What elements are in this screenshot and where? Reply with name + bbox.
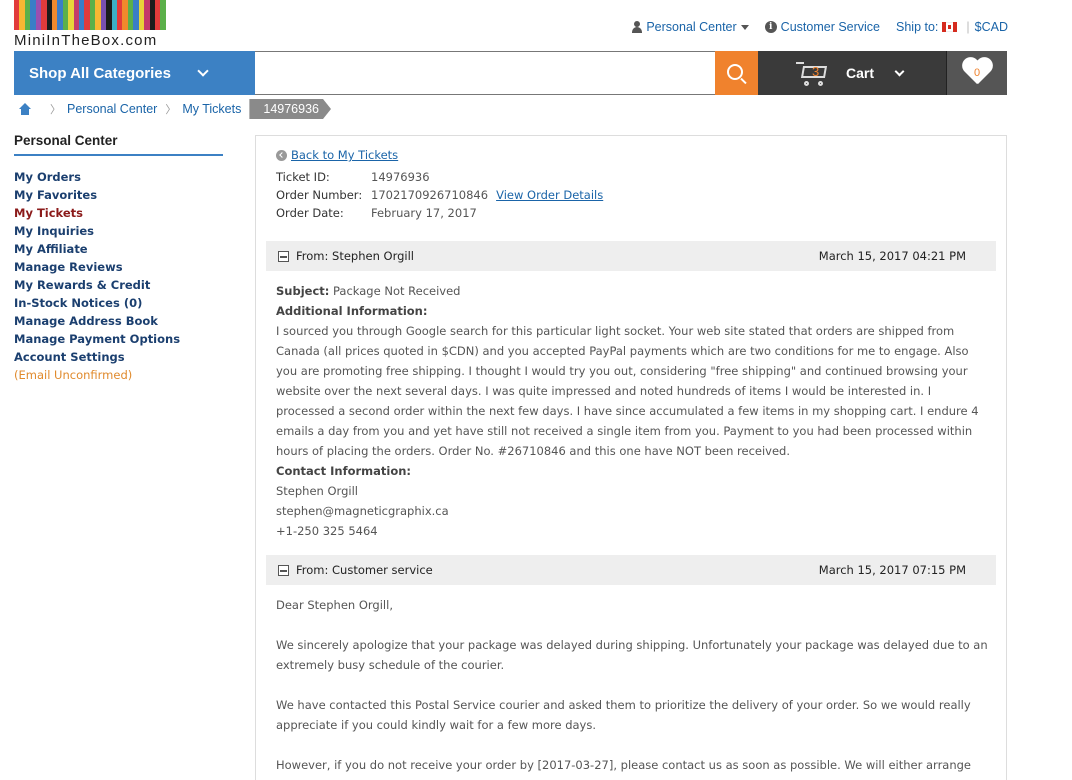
main-nav: Shop All Categories 3 Cart 0 xyxy=(14,51,1007,95)
email-unconfirmed-note[interactable]: (Email Unconfirmed) xyxy=(14,366,223,384)
shop-all-categories-button[interactable]: Shop All Categories xyxy=(14,51,255,95)
sidebar-item-address-book[interactable]: Manage Address Book xyxy=(14,312,223,330)
divider: | xyxy=(966,20,970,34)
contact-info-label: Contact Information: xyxy=(276,464,412,478)
chevron-right-icon: 〉 xyxy=(50,104,61,116)
customer-service-link[interactable]: i Customer Service xyxy=(764,20,881,34)
sidebar-item-my-affiliate[interactable]: My Affiliate xyxy=(14,240,223,258)
chevron-down-icon xyxy=(197,65,209,77)
search-icon xyxy=(727,63,743,80)
site-logo[interactable]: MiniInTheBox.com xyxy=(14,0,166,49)
back-to-tickets-link[interactable]: Back to My Tickets xyxy=(276,148,398,162)
personal-center-link[interactable]: Personal Center xyxy=(632,20,749,34)
sidebar-item-payment-options[interactable]: Manage Payment Options xyxy=(14,330,223,348)
message-date: March 15, 2017 07:15 PM xyxy=(818,563,966,577)
message-from: From: Customer service xyxy=(296,563,433,577)
top-links: Personal Center i Customer Service Ship … xyxy=(616,20,1008,34)
search-button[interactable] xyxy=(715,51,758,95)
chevron-down-icon xyxy=(894,66,905,76)
breadcrumb-personal-center[interactable]: Personal Center xyxy=(67,102,157,116)
ticket-id-label: Ticket ID: xyxy=(276,170,330,184)
breadcrumb: 〉 Personal Center 〉 My Tickets 14976936 xyxy=(18,99,331,119)
sidebar-item-my-tickets[interactable]: My Tickets xyxy=(14,204,223,222)
message-body-customer: Subject: Package Not Received Additional… xyxy=(276,281,988,541)
canada-flag-icon xyxy=(942,22,958,32)
order-number-label: Order Number: xyxy=(276,188,363,202)
search-input[interactable] xyxy=(255,51,715,95)
collapse-icon[interactable] xyxy=(278,564,289,576)
logo-text: MiniInTheBox.com xyxy=(14,32,158,49)
message-header-service[interactable]: From: Customer service March 15, 2017 07… xyxy=(266,555,996,585)
personal-center-label: Personal Center xyxy=(646,20,737,34)
wishlist-button[interactable]: 0 xyxy=(946,51,1007,95)
order-number-value: 1702170926710846 xyxy=(371,188,489,202)
subject-value: Package Not Received xyxy=(333,284,461,298)
cart-count: 3 xyxy=(812,64,820,79)
wishlist-count: 0 xyxy=(973,67,981,79)
contact-name: Stephen Orgill xyxy=(276,484,358,498)
info-icon: i xyxy=(764,21,777,33)
breadcrumb-current: 14976936 xyxy=(249,99,331,119)
ticket-panel: Back to My Tickets Ticket ID: 14976936 Or… xyxy=(255,135,1007,780)
sidebar-menu: My Orders My Favorites My Tickets My Inq… xyxy=(14,168,223,384)
categories-label: Shop All Categories xyxy=(29,64,171,82)
sidebar-item-rewards-credit[interactable]: My Rewards & Credit xyxy=(14,276,223,294)
reply-paragraph: We have contacted this Postal Service co… xyxy=(276,698,971,732)
additional-info-label: Additional Information: xyxy=(276,304,428,318)
sidebar-item-my-favorites[interactable]: My Favorites xyxy=(14,186,223,204)
collapse-icon[interactable] xyxy=(278,250,289,262)
sidebar-item-account-settings[interactable]: Account Settings xyxy=(14,348,223,366)
chevron-right-icon: 〉 xyxy=(165,104,177,116)
cart-icon: 3 xyxy=(796,58,832,88)
ship-to-label: Ship to: xyxy=(896,20,939,34)
additional-info-text: I sourced you through Google search for … xyxy=(276,324,979,458)
reply-paragraph: However, if you do not receive your orde… xyxy=(276,758,972,780)
caret-down-icon xyxy=(740,24,749,30)
person-icon xyxy=(632,21,643,33)
view-order-details-link[interactable]: View Order Details xyxy=(496,186,603,204)
message-date: March 15, 2017 04:21 PM xyxy=(818,249,966,263)
order-date-label: Order Date: xyxy=(276,206,344,220)
message-from: From: Stephen Orgill xyxy=(296,249,414,263)
sidebar: Personal Center My Orders My Favorites M… xyxy=(14,133,223,384)
subject-label: Subject: xyxy=(276,284,330,298)
sidebar-item-my-inquiries[interactable]: My Inquiries xyxy=(14,222,223,240)
message-body-service: Dear Stephen Orgill, We sincerely apolog… xyxy=(276,595,988,780)
currency-label: $CAD xyxy=(974,20,1008,34)
back-arrow-icon xyxy=(276,149,287,161)
ticket-id-value: 14976936 xyxy=(371,170,430,184)
cart-button[interactable]: 3 Cart xyxy=(758,51,946,95)
sidebar-item-manage-reviews[interactable]: Manage Reviews xyxy=(14,258,223,276)
back-link-label: Back to My Tickets xyxy=(291,148,399,162)
home-icon[interactable] xyxy=(18,102,32,116)
ship-to-selector[interactable]: Ship to: | $CAD xyxy=(896,20,1008,34)
order-date-value: February 17, 2017 xyxy=(371,206,477,220)
logo-color-bars xyxy=(14,0,166,30)
reply-greeting: Dear Stephen Orgill, xyxy=(276,598,393,612)
customer-service-label: Customer Service xyxy=(780,20,881,34)
sidebar-item-my-orders[interactable]: My Orders xyxy=(14,168,223,186)
reply-paragraph: We sincerely apologize that your package… xyxy=(276,638,988,672)
sidebar-title: Personal Center xyxy=(14,133,223,156)
breadcrumb-my-tickets[interactable]: My Tickets xyxy=(182,102,241,116)
subject-line: Subject: Package Not Received xyxy=(276,281,988,301)
cart-label: Cart xyxy=(846,65,875,81)
sidebar-item-in-stock-notices[interactable]: In-Stock Notices (0) xyxy=(14,294,223,312)
message-header-customer[interactable]: From: Stephen Orgill March 15, 2017 04:2… xyxy=(266,241,996,271)
contact-email: stephen@magneticgraphix.ca xyxy=(276,504,449,518)
contact-phone: +1-250 325 5464 xyxy=(276,524,378,538)
ticket-meta: Ticket ID: 14976936 Order Number: 17021709… xyxy=(276,168,603,222)
